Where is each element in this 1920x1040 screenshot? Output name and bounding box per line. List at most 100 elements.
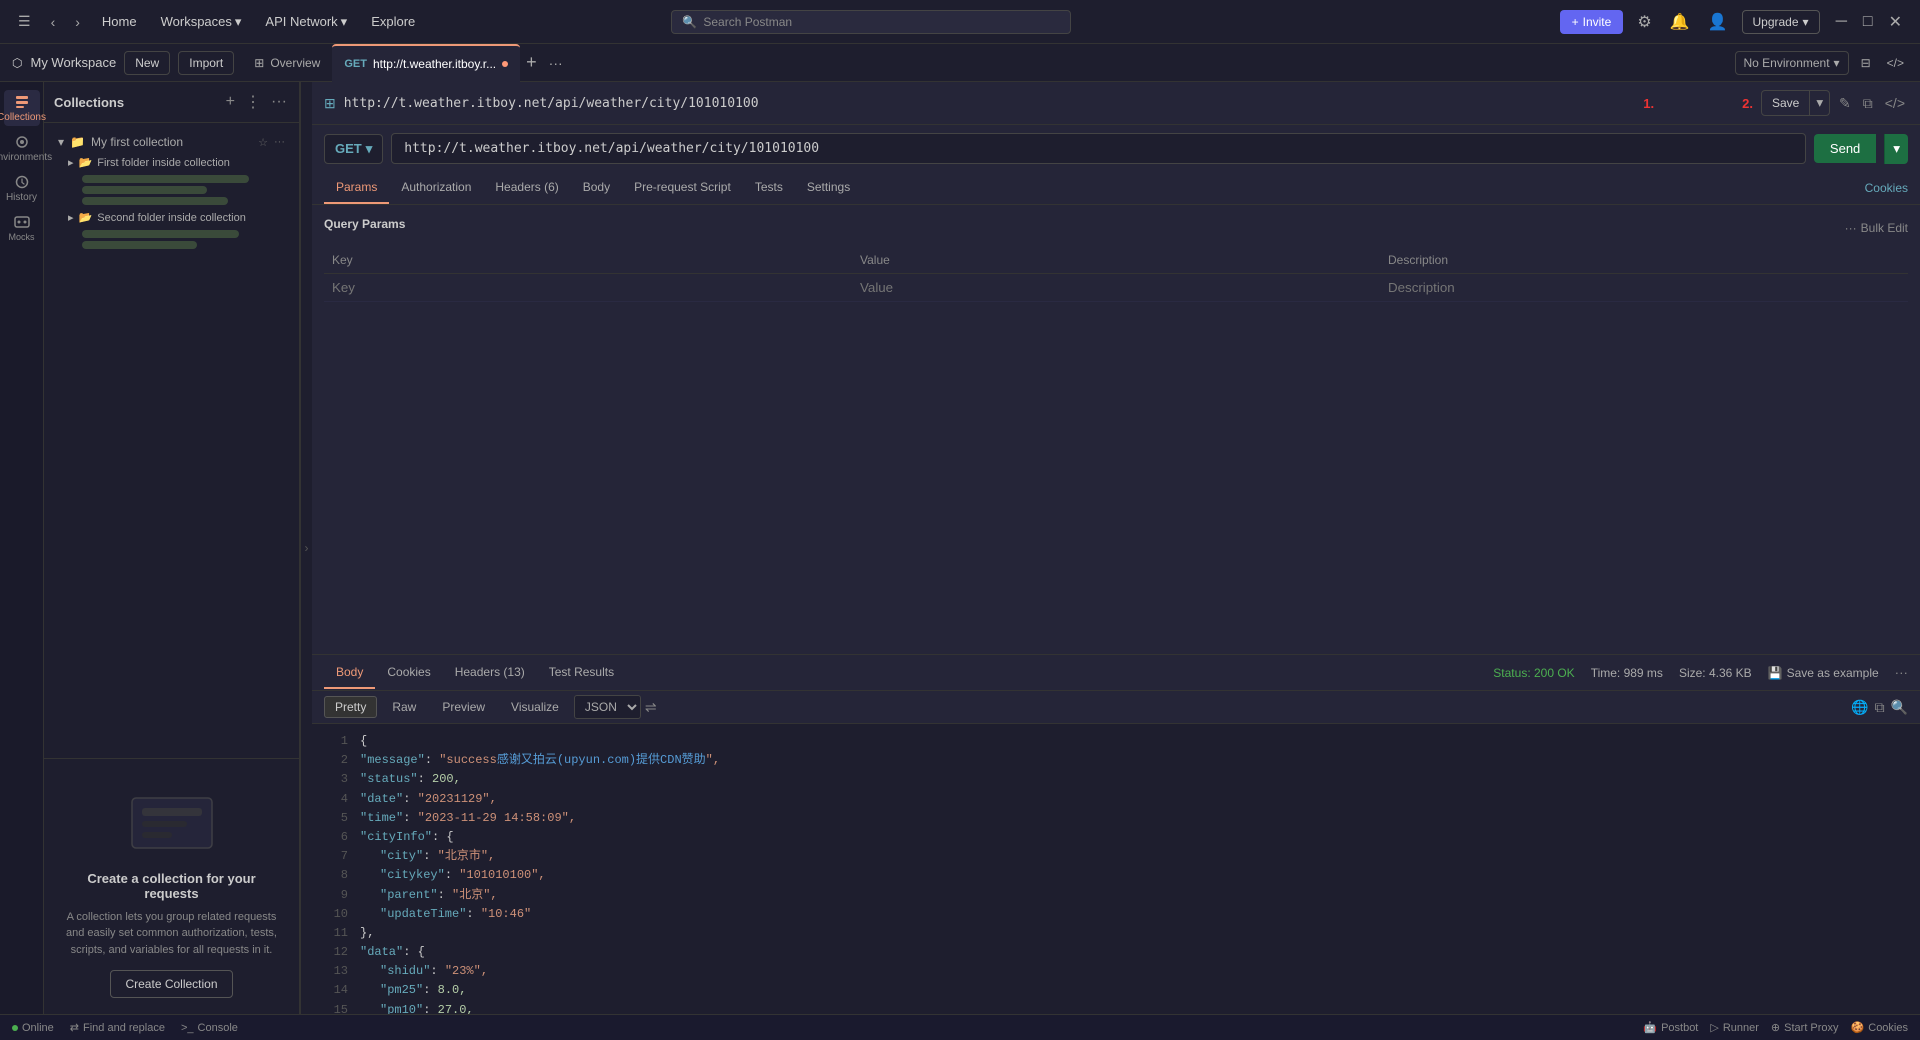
save-example-button[interactable]: 💾 Save as example: [1768, 666, 1879, 680]
send-button[interactable]: Send: [1814, 134, 1876, 163]
invite-button[interactable]: + Invite: [1560, 10, 1624, 34]
format-pretty[interactable]: Pretty: [324, 696, 377, 718]
value-input[interactable]: [860, 280, 1372, 295]
tab-settings[interactable]: Settings: [795, 172, 862, 204]
environment-selector[interactable]: No Environment ▾: [1735, 51, 1849, 75]
tab-authorization[interactable]: Authorization: [389, 172, 483, 204]
format-visualize[interactable]: Visualize: [500, 696, 570, 718]
url-display-bar: ⊞ http://t.weather.itboy.net/api/weather…: [312, 82, 1920, 125]
resp-tab-test-results[interactable]: Test Results: [537, 657, 626, 689]
method-selector[interactable]: GET ▾: [324, 134, 383, 164]
runner-button[interactable]: ▷ Runner: [1710, 1021, 1759, 1034]
response-time: Time: 989 ms: [1591, 666, 1663, 680]
save-main-button[interactable]: Save: [1762, 92, 1809, 114]
resp-tab-cookies[interactable]: Cookies: [375, 657, 442, 689]
collection-more[interactable]: ···: [274, 136, 285, 148]
layout-toggle[interactable]: ⊟: [1857, 52, 1875, 74]
forward-button[interactable]: ›: [69, 12, 86, 32]
desc-input[interactable]: [1388, 280, 1900, 295]
more-tabs-button[interactable]: ···: [543, 53, 569, 73]
format-raw[interactable]: Raw: [381, 696, 427, 718]
code-button[interactable]: </>: [1882, 92, 1908, 114]
create-collection-title: Create a collection for your requests: [60, 871, 283, 901]
tab-pre-request[interactable]: Pre-request Script: [622, 172, 743, 204]
new-button[interactable]: New: [124, 51, 170, 75]
sidebar-header: Collections + ⋮ ···: [44, 82, 299, 123]
format-preview[interactable]: Preview: [431, 696, 496, 718]
beautify-icon[interactable]: </>: [1883, 52, 1908, 74]
resp-tab-headers[interactable]: Headers (13): [443, 657, 537, 689]
minimize-button[interactable]: ─: [1830, 10, 1853, 34]
sidebar-collapse-handle[interactable]: ›: [300, 82, 312, 1014]
invite-icon: +: [1572, 15, 1579, 29]
filter-button[interactable]: ⇌: [645, 699, 657, 716]
close-button[interactable]: ✕: [1883, 10, 1908, 34]
search-response-button[interactable]: 🔍: [1891, 699, 1908, 716]
tab-headers[interactable]: Headers (6): [483, 172, 570, 204]
url-input[interactable]: [391, 133, 1806, 164]
edit-button[interactable]: ✎: [1836, 92, 1854, 115]
bottom-bar: Online ⇄ Find and replace >_ Console 🤖 P…: [0, 1014, 1920, 1040]
placeholder-line: [82, 197, 228, 205]
add-collection-button[interactable]: +: [224, 91, 237, 113]
json-line: 1{: [324, 732, 1908, 751]
folder-item-second[interactable]: ▸ 📂 Second folder inside collection: [52, 208, 291, 227]
cookies-manager-button[interactable]: 🍪 Cookies: [1851, 1021, 1908, 1034]
upgrade-button[interactable]: Upgrade ▾: [1742, 10, 1820, 34]
request-tab-active[interactable]: GET http://t.weather.itboy.r...: [332, 44, 520, 82]
placeholder-line: [82, 186, 207, 194]
params-empty-row: [324, 274, 1908, 302]
json-line: 11},: [324, 924, 1908, 943]
json-line: 12"data": {: [324, 943, 1908, 962]
tab-tests[interactable]: Tests: [743, 172, 795, 204]
start-proxy-button[interactable]: ⊕ Start Proxy: [1771, 1021, 1839, 1034]
console-button[interactable]: >_ Console: [181, 1022, 238, 1034]
top-bar-left: ☰ ‹ › Home Workspaces ▾ API Network ▾ Ex…: [12, 11, 423, 32]
notification-icon[interactable]: 🔔: [1666, 8, 1694, 36]
back-button[interactable]: ‹: [45, 12, 62, 32]
settings-icon[interactable]: ⚙: [1633, 8, 1655, 36]
import-button[interactable]: Import: [178, 51, 234, 75]
resp-tab-body[interactable]: Body: [324, 657, 375, 689]
find-replace-button[interactable]: ⇄ Find and replace: [70, 1021, 165, 1034]
sidebar-item-collections[interactable]: Collections: [4, 90, 40, 126]
create-collection-button[interactable]: Create Collection: [110, 970, 232, 998]
home-button[interactable]: Home: [94, 12, 145, 31]
sidebar-item-environments[interactable]: Environments: [4, 130, 40, 166]
maximize-button[interactable]: □: [1857, 10, 1879, 34]
profile-icon[interactable]: 👤: [1704, 8, 1732, 36]
save-dropdown-button[interactable]: ▾: [1809, 91, 1829, 115]
add-tab-button[interactable]: +: [520, 50, 543, 75]
send-dropdown-button[interactable]: ▾: [1884, 134, 1908, 164]
tab-body[interactable]: Body: [571, 172, 622, 204]
postbot-button[interactable]: 🤖 Postbot: [1643, 1021, 1698, 1034]
collections-label: Collections: [0, 112, 46, 123]
copy-response-button[interactable]: ⧉: [1875, 699, 1885, 716]
collection-item-first[interactable]: ▾ 📁 My first collection ☆ ···: [52, 131, 291, 153]
overview-tab[interactable]: ⊞ Overview: [242, 44, 332, 82]
globe-icon[interactable]: 🌐: [1851, 699, 1868, 716]
search-bar[interactable]: 🔍 Search Postman: [671, 10, 1071, 34]
key-input[interactable]: [332, 280, 844, 295]
response-area: Body Cookies Headers (13) Test Results S…: [312, 654, 1920, 1014]
sidebar-filter-button[interactable]: ⋮: [243, 90, 263, 114]
bulk-edit-button[interactable]: ··· Bulk Edit: [1845, 221, 1908, 235]
sidebar-item-mocks[interactable]: Mocks: [4, 210, 40, 246]
unsaved-dot: [502, 61, 508, 67]
sidebar-title: Collections: [54, 95, 218, 110]
hamburger-menu[interactable]: ☰: [12, 11, 37, 32]
collection-star[interactable]: ☆: [258, 136, 268, 149]
tab-params[interactable]: Params: [324, 172, 389, 204]
api-network-menu[interactable]: API Network ▾: [257, 12, 355, 32]
sidebar-more-button[interactable]: ···: [269, 91, 289, 113]
sidebar-item-history[interactable]: History: [4, 170, 40, 206]
copy-button[interactable]: ⧉: [1860, 92, 1876, 115]
explore-button[interactable]: Explore: [363, 12, 423, 31]
response-more-button[interactable]: ···: [1895, 665, 1908, 680]
folder-item-first[interactable]: ▸ 📂 First folder inside collection: [52, 153, 291, 172]
json-line: 6"cityInfo": {: [324, 828, 1908, 847]
workspaces-menu[interactable]: Workspaces ▾: [153, 12, 250, 32]
cookies-link[interactable]: Cookies: [1865, 181, 1908, 195]
create-collection-desc: A collection lets you group related requ…: [60, 909, 283, 959]
format-selector[interactable]: JSON: [574, 695, 641, 719]
